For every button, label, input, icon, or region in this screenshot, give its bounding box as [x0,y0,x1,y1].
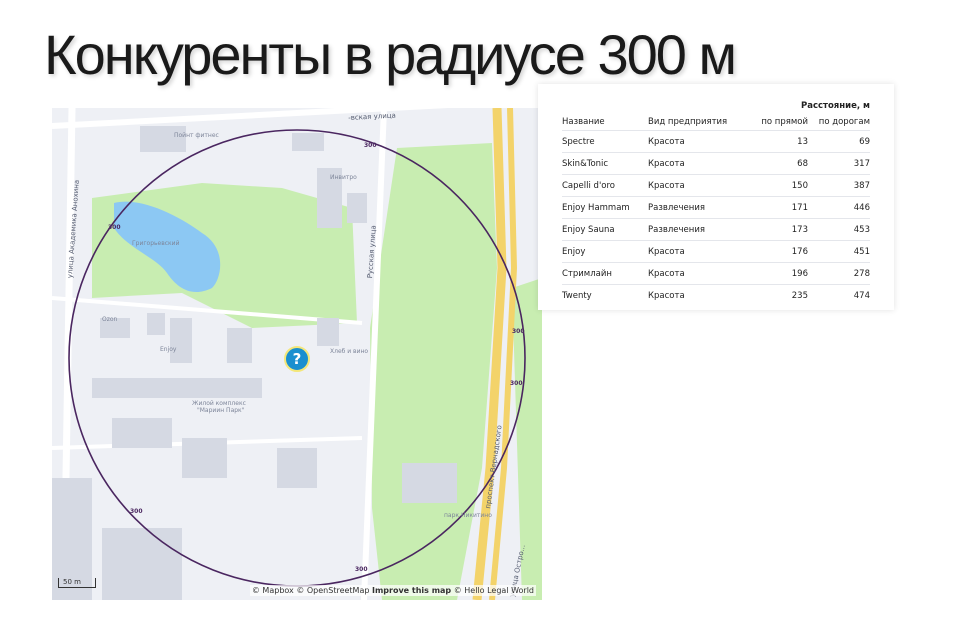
ring-label: 300 [512,328,525,335]
cell-type: Красота [648,174,748,197]
improve-map-link[interactable]: Improve this map [372,586,451,595]
osm-link[interactable]: © OpenStreetMap [296,586,369,595]
cell-name: Capelli d'oro [562,174,648,197]
map-attribution: © Mapbox © OpenStreetMap Improve this ma… [249,585,536,596]
cell-roads: 474 [808,284,870,306]
cell-roads: 453 [808,218,870,241]
table-row: Enjoy Sauna Развлечения 173 453 [562,218,870,241]
cell-roads: 278 [808,262,870,285]
ring-label: 300 [364,142,377,149]
cell-name: Twenty [562,284,648,306]
cell-roads: 451 [808,240,870,263]
poi-label-park: парк Никитино [444,512,492,519]
cell-straight: 13 [748,130,808,153]
cell-straight: 68 [748,152,808,175]
column-header-roads: по дорогам [818,117,870,127]
cell-roads: 69 [808,130,870,153]
pond-label: Григорьевский [132,240,180,247]
poi-label-enjoy: Enjoy [160,346,177,353]
cell-type: Красота [648,240,748,263]
cell-type: Красота [648,262,748,285]
table-row: Spectre Красота 13 69 [562,130,870,153]
column-header-type: Вид предприятия [648,117,728,127]
poi-label-ozon: Ozon [102,316,118,323]
cell-straight: 150 [748,174,808,197]
cell-type: Развлечения [648,196,748,219]
poi-label-pointfitness: Пойнт фитнес [174,132,219,139]
cell-straight: 196 [748,262,808,285]
ring-label: 300 [108,224,121,231]
poi-label-invitro: Инвитро [330,174,357,181]
table-row: Стримлайн Красота 196 278 [562,262,870,285]
cell-name: Spectre [562,130,648,153]
table-row: Capelli d'oro Красота 150 387 [562,174,870,197]
hello-legal-link[interactable]: © Hello Legal World [454,586,534,595]
scale-bar: 50 m [58,578,96,588]
cell-name: Skin&Tonic [562,152,648,175]
cell-type: Красота [648,130,748,153]
location-marker-icon[interactable]: ? [284,346,310,372]
ring-label: 300 [130,508,143,515]
cell-type: Красота [648,284,748,306]
table-row: Skin&Tonic Красота 68 317 [562,152,870,175]
cell-type: Развлечения [648,218,748,241]
cell-roads: 387 [808,174,870,197]
poi-label-complex-name: "Мариин Парк" [197,407,245,414]
cell-name: Стримлайн [562,262,648,285]
competitors-panel: Расстояние, м Название Вид предприятия п… [538,84,894,310]
cell-name: Enjoy Hammam [562,196,648,219]
competitors-table: Расстояние, м Название Вид предприятия п… [562,98,870,306]
cell-roads: 446 [808,196,870,219]
distance-group-header: Расстояние, м [801,101,870,111]
cell-name: Enjoy [562,240,648,263]
column-header-straight: по прямой [761,117,808,127]
cell-straight: 176 [748,240,808,263]
cell-name: Enjoy Sauna [562,218,648,241]
cell-roads: 317 [808,152,870,175]
map[interactable]: Пойнт фитнес Григорьевский Инвитро Ozon … [52,108,542,600]
column-header-name: Название [562,117,605,127]
cell-straight: 171 [748,196,808,219]
table-row: Enjoy Красота 176 451 [562,240,870,263]
ring-label: 300 [355,566,368,573]
mapbox-link[interactable]: © Mapbox [252,586,294,595]
poi-label-hleb: Хлеб и вино [330,348,369,355]
table-row: Enjoy Hammam Развлечения 171 446 [562,196,870,219]
cell-straight: 235 [748,284,808,306]
cell-type: Красота [648,152,748,175]
cell-straight: 173 [748,218,808,241]
table-row: Twenty Красота 235 474 [562,284,870,306]
page-title: Конкуренты в радиусе 300 м [44,23,737,86]
ring-label: 300 [510,380,523,387]
poi-label-complex: Жилой комплекс [192,400,246,407]
